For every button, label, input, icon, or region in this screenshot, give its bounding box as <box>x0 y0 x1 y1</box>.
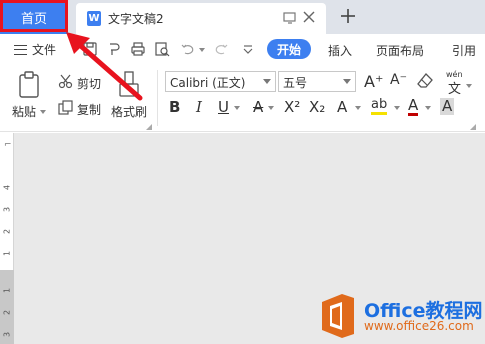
bold-icon[interactable]: B <box>169 98 180 116</box>
new-tab-plus-icon[interactable] <box>340 7 356 25</box>
underline-icon[interactable]: U <box>218 98 229 116</box>
ruler-number: 3 <box>2 331 12 338</box>
subscript-icon[interactable]: X₂ <box>309 98 325 116</box>
character-shading-icon[interactable]: A <box>440 98 455 115</box>
font-name-value: Calibri (正文) <box>170 76 246 90</box>
customize-toolbar-icon[interactable] <box>240 41 256 57</box>
clear-format-icon[interactable] <box>417 73 434 88</box>
close-tab-icon[interactable] <box>302 10 316 24</box>
text-effect-icon[interactable]: A <box>337 98 347 116</box>
ruler-number: 2 <box>2 309 12 316</box>
restore-window-icon[interactable] <box>283 12 297 24</box>
ribbon-separator <box>157 70 158 126</box>
undo-dropdown-caret[interactable] <box>199 48 205 52</box>
chevron-down-icon <box>263 79 271 84</box>
superscript-icon[interactable]: X² <box>284 98 300 116</box>
ribbon-tab-home[interactable]: 开始 <box>267 39 311 59</box>
home-tab-label: 首页 <box>20 11 47 27</box>
office-logo-icon <box>322 294 354 338</box>
writer-doc-icon: W <box>87 11 101 26</box>
highlight-icon[interactable]: ab <box>371 98 388 115</box>
pinyin-guide-icon[interactable]: 文 <box>448 78 461 97</box>
tab-stop-marker-icon[interactable]: ⌐ <box>4 140 12 150</box>
highlight-dropdown-caret[interactable] <box>394 106 400 110</box>
font-color-dropdown-caret[interactable] <box>425 106 431 110</box>
italic-icon[interactable]: I <box>196 98 202 116</box>
undo-icon[interactable] <box>180 41 196 57</box>
ruler-number: 1 <box>2 250 12 257</box>
ribbon-tab-home-label: 开始 <box>276 42 301 57</box>
strikethrough-dropdown-caret[interactable] <box>268 106 274 110</box>
print-preview-icon[interactable] <box>154 41 170 57</box>
font-group-launcher-icon[interactable] <box>470 124 476 130</box>
font-size-value: 五号 <box>283 76 308 90</box>
ruler-number: 4 <box>2 184 12 191</box>
ruler-number: 2 <box>2 228 12 235</box>
clipboard-group-launcher-icon[interactable] <box>146 124 152 130</box>
ruler-number: 3 <box>2 206 12 213</box>
pinyin-dropdown-caret[interactable] <box>466 84 472 88</box>
strikethrough-icon[interactable]: A <box>253 98 263 116</box>
ribbon-tab-insert[interactable]: 插入 <box>328 42 352 59</box>
shrink-font-icon[interactable]: A⁻ <box>390 72 407 88</box>
grow-font-icon[interactable]: A⁺ <box>364 72 383 91</box>
ruler-number: 1 <box>2 287 12 294</box>
paste-icon[interactable] <box>17 71 41 99</box>
file-menu-label: 文件 <box>32 43 57 57</box>
hamburger-icon <box>14 44 27 55</box>
ribbon-tab-page-layout[interactable]: 页面布局 <box>376 42 424 59</box>
underline-dropdown-caret[interactable] <box>234 106 240 110</box>
font-size-select[interactable]: 五号 <box>278 71 356 92</box>
watermark-url: www.office26.com <box>364 319 474 333</box>
chevron-down-icon <box>343 79 351 84</box>
paste-dropdown-caret[interactable] <box>40 110 46 114</box>
redo-icon[interactable] <box>213 41 229 57</box>
doc-icon-letter: W <box>88 13 100 24</box>
ribbon-tab-references[interactable]: 引用 <box>452 42 476 59</box>
font-color-icon[interactable]: A <box>408 98 419 116</box>
text-effect-dropdown-caret[interactable] <box>355 106 361 110</box>
red-annotation-arrow <box>66 32 143 101</box>
document-tab-title: 文字文稿2 <box>108 12 164 26</box>
paste-label[interactable]: 粘贴 <box>12 103 36 120</box>
office-tutorial-watermark: Office教程网 www.office26.com <box>318 292 485 344</box>
home-tab[interactable]: 首页 <box>0 0 68 34</box>
font-name-select[interactable]: Calibri (正文) <box>165 71 276 92</box>
file-menu-button[interactable]: 文件 <box>14 41 56 58</box>
